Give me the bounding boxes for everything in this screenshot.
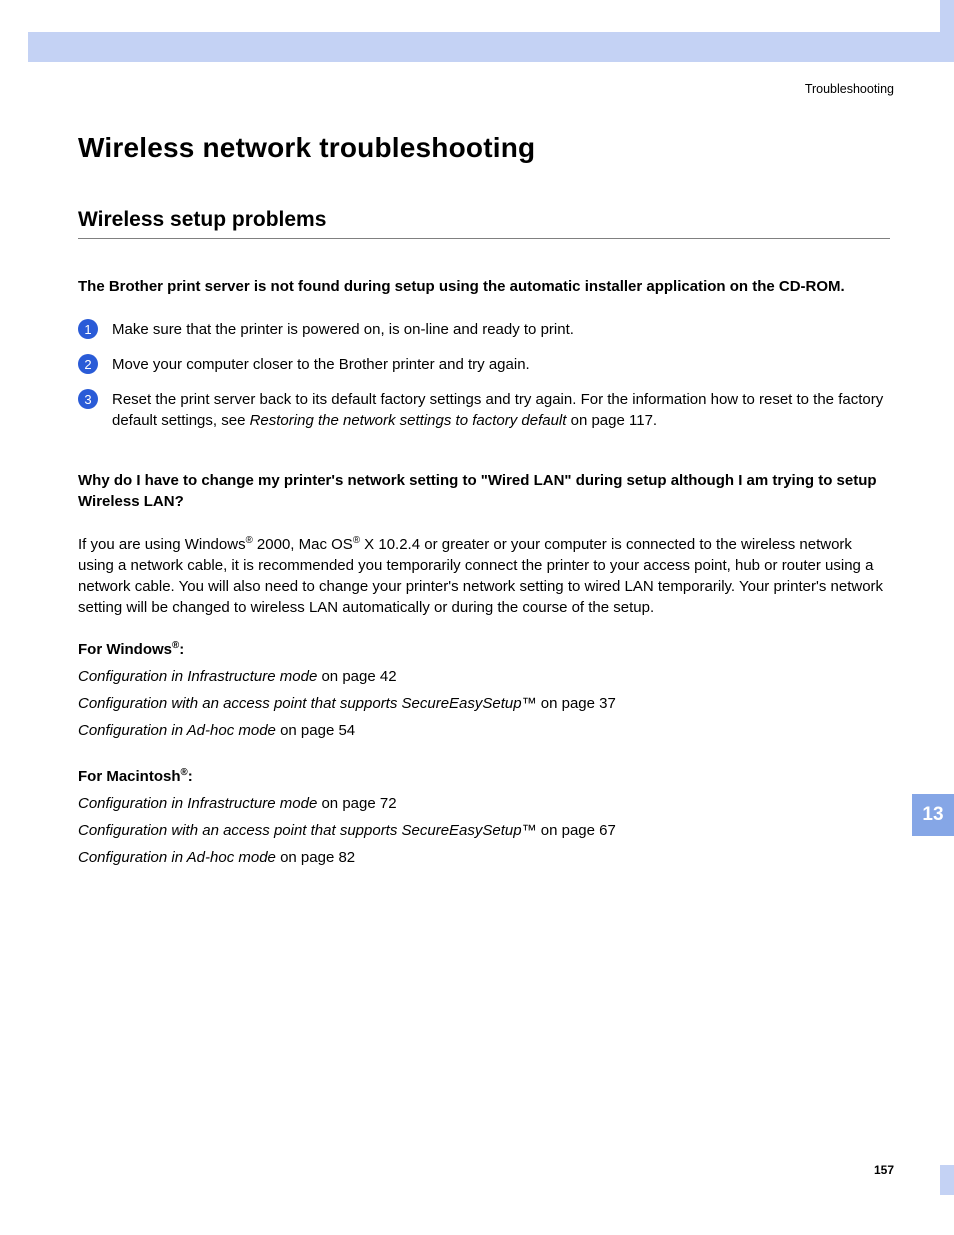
reference-location: on page 82	[276, 849, 355, 866]
reference-line: Configuration in Ad-hoc mode on page 82	[78, 849, 890, 866]
cross-reference[interactable]: Configuration with an access point that …	[78, 695, 537, 712]
subhead-pre: For Macintosh	[78, 768, 181, 785]
body-paragraph: If you are using Windows® 2000, Mac OS® …	[78, 534, 890, 618]
document-page: Troubleshooting Wireless network trouble…	[0, 0, 954, 1235]
reference-line: Configuration with an access point that …	[78, 695, 890, 712]
cross-reference[interactable]: Configuration in Infrastructure mode	[78, 795, 317, 812]
chapter-tab: 13	[912, 794, 954, 836]
step-text: Make sure that the printer is powered on…	[112, 319, 890, 340]
step-text-post: on page 117.	[566, 412, 657, 429]
registered-symbol: ®	[181, 767, 188, 778]
content-area: Wireless network troubleshooting Wireles…	[78, 132, 890, 876]
step-text: Reset the print server back to its defau…	[112, 389, 890, 431]
problem-heading: Why do I have to change my printer's net…	[78, 471, 890, 512]
subhead-post: :	[179, 641, 184, 658]
cross-reference[interactable]: Restoring the network settings to factor…	[250, 412, 567, 429]
step-item: 3 Reset the print server back to its def…	[78, 389, 890, 431]
step-number-badge: 1	[78, 319, 98, 339]
problem-heading: The Brother print server is not found du…	[78, 277, 890, 297]
registered-symbol: ®	[246, 535, 253, 546]
decorative-stripe	[940, 1165, 954, 1195]
cross-reference[interactable]: Configuration in Ad-hoc mode	[78, 849, 276, 866]
reference-line: Configuration with an access point that …	[78, 822, 890, 839]
registered-symbol: ®	[353, 535, 360, 546]
reference-location: on page 72	[317, 795, 396, 812]
reference-line: Configuration in Infrastructure mode on …	[78, 795, 890, 812]
subhead-post: :	[188, 768, 193, 785]
reference-line: Configuration in Infrastructure mode on …	[78, 668, 890, 685]
page-number: 157	[874, 1163, 894, 1177]
step-number-badge: 2	[78, 354, 98, 374]
para-fragment: If you are using Windows	[78, 536, 246, 553]
decorative-stripe	[940, 0, 954, 32]
reference-location: on page 42	[317, 668, 396, 685]
reference-location: on page 54	[276, 722, 355, 739]
step-number-badge: 3	[78, 389, 98, 409]
platform-subhead: For Windows®:	[78, 640, 890, 658]
step-item: 1 Make sure that the printer is powered …	[78, 319, 890, 340]
cross-reference[interactable]: Configuration with an access point that …	[78, 822, 537, 839]
step-text: Move your computer closer to the Brother…	[112, 354, 890, 375]
running-header: Troubleshooting	[805, 82, 894, 96]
cross-reference[interactable]: Configuration in Infrastructure mode	[78, 668, 317, 685]
page-title: Wireless network troubleshooting	[78, 132, 890, 164]
header-band	[28, 32, 954, 62]
reference-location: on page 67	[537, 822, 616, 839]
section-heading: Wireless setup problems	[78, 208, 890, 239]
platform-subhead: For Macintosh®:	[78, 767, 890, 785]
reference-location: on page 37	[537, 695, 616, 712]
subhead-pre: For Windows	[78, 641, 172, 658]
step-item: 2 Move your computer closer to the Broth…	[78, 354, 890, 375]
cross-reference[interactable]: Configuration in Ad-hoc mode	[78, 722, 276, 739]
para-fragment: 2000, Mac OS	[253, 536, 353, 553]
reference-line: Configuration in Ad-hoc mode on page 54	[78, 722, 890, 739]
